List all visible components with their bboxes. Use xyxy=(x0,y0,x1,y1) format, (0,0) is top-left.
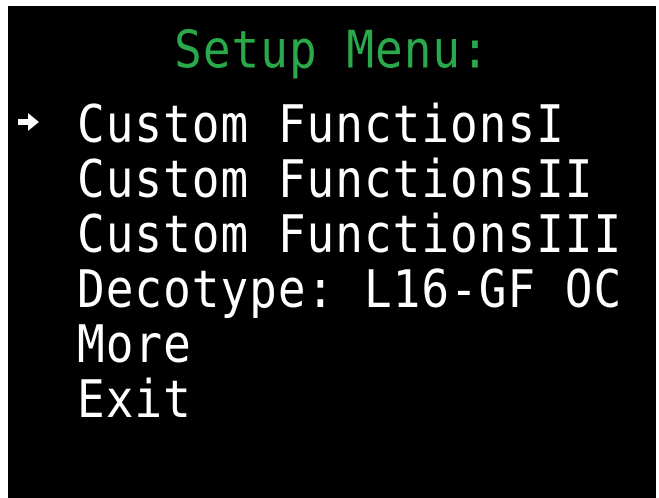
menu-item-custom-functions-ii[interactable]: Custom FunctionsII xyxy=(8,149,656,209)
menu-item-label: Exit xyxy=(77,369,192,430)
device-screen: Setup Menu: Custom FunctionsI Custom Fun… xyxy=(8,6,656,498)
menu-item-label: Custom FunctionsII xyxy=(77,149,594,210)
menu-item-custom-functions-i[interactable]: Custom FunctionsI xyxy=(8,94,656,154)
menu-item-label: Custom FunctionsIII xyxy=(77,204,623,265)
menu-title: Setup Menu: xyxy=(174,19,490,80)
menu-item-more[interactable]: More xyxy=(8,314,656,374)
menu-item-label: More xyxy=(77,314,192,375)
right-arrow-icon xyxy=(18,113,39,131)
menu-item-exit[interactable]: Exit xyxy=(8,369,656,429)
menu-item-decotype[interactable]: Decotype: L16-GF OC xyxy=(8,259,656,319)
menu-item-custom-functions-iii[interactable]: Custom FunctionsIII xyxy=(8,204,656,264)
menu-item-label: Custom FunctionsI xyxy=(77,94,565,155)
menu-item-label: Decotype: L16-GF OC xyxy=(77,259,623,320)
setup-menu: Custom FunctionsI Custom FunctionsII Cus… xyxy=(8,94,656,429)
